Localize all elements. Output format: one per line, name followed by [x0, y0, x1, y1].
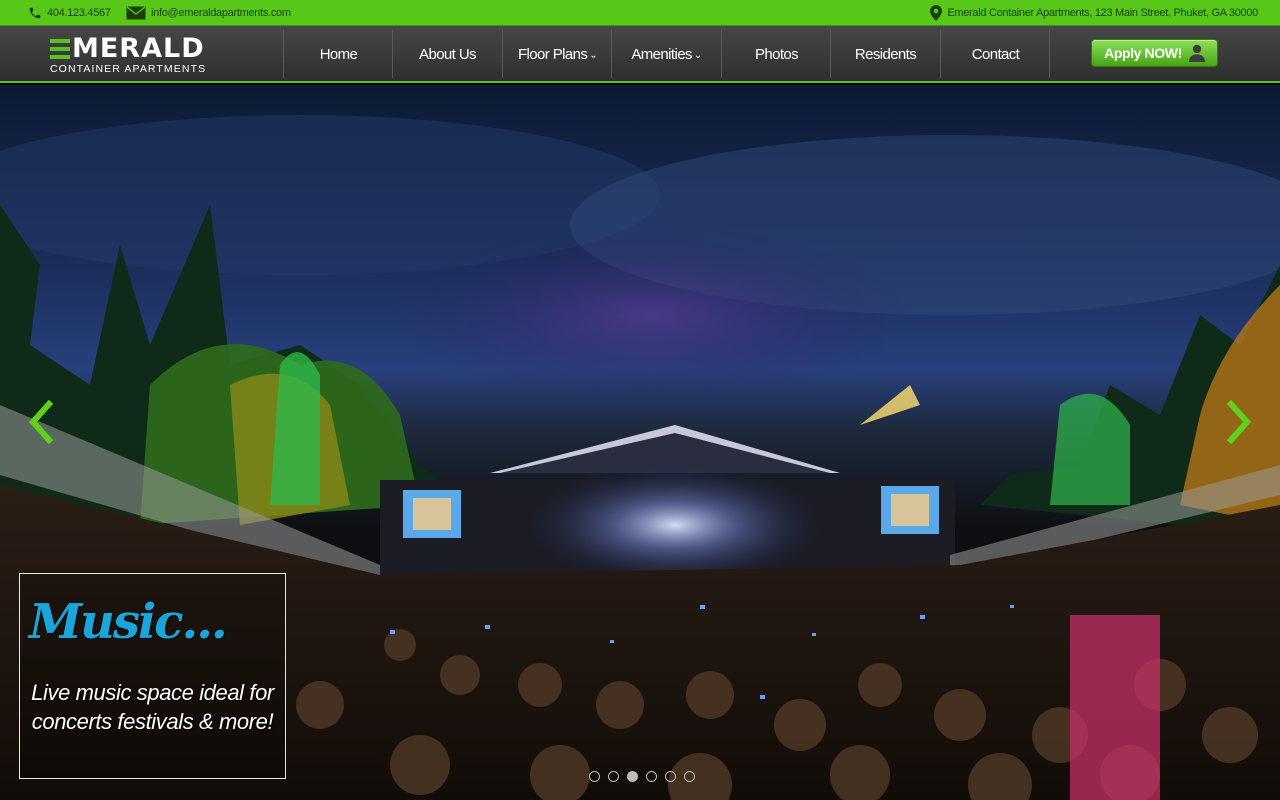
slide-dot[interactable] [665, 771, 676, 782]
caption-description: Live music space ideal for concerts fest… [31, 680, 274, 734]
slide-dot-active[interactable] [627, 771, 638, 782]
main-navbar: MERALD CONTAINER APARTMENTS Home About U… [0, 26, 1280, 83]
nav-residents[interactable]: Residents [830, 30, 940, 78]
nav-divider [1049, 30, 1050, 78]
phone-icon [29, 7, 41, 19]
slide-dot[interactable] [608, 771, 619, 782]
nav-photos-label: Photos [754, 45, 799, 63]
nav-floor-plans-label: Floor Plans [517, 45, 588, 63]
logo-subtitle: CONTAINER APARTMENTS [50, 63, 207, 75]
envelope-icon [126, 6, 146, 20]
nav-amenities-label: Amenities [631, 45, 692, 63]
logo-wordmark: MERALD [50, 35, 240, 62]
nav-about-us[interactable]: About Us [392, 30, 502, 78]
nav-home[interactable]: Home [283, 30, 393, 78]
slide-caption: Music... Live music space ideal for conc… [19, 573, 286, 779]
top-contact-bar: 404.123.4567 info@emeraldapartments.com … [0, 0, 1280, 26]
slide-dot[interactable] [684, 771, 695, 782]
address-text: Emerald Container Apartments, 123 Main S… [947, 7, 1258, 19]
apply-now-label: Apply NOW! [1104, 45, 1182, 61]
nav-amenities[interactable]: Amenities ⌄ [611, 30, 721, 78]
contact-email[interactable]: info@emeraldapartments.com [126, 0, 291, 26]
slide-indicators [589, 771, 695, 782]
slide-dot[interactable] [646, 771, 657, 782]
logo-e-mark [50, 38, 70, 59]
hero-slider: Music... Live music space ideal for conc… [0, 85, 1280, 800]
chevron-down-icon: ⌄ [589, 49, 598, 61]
chevron-left-icon[interactable] [25, 400, 55, 444]
logo-word: MERALD [72, 33, 205, 64]
nav-floor-plans[interactable]: Floor Plans ⌄ [502, 30, 612, 78]
email-address: info@emeraldapartments.com [151, 7, 291, 19]
slide-dot[interactable] [589, 771, 600, 782]
site-logo[interactable]: MERALD CONTAINER APARTMENTS [50, 35, 240, 75]
user-icon [1188, 44, 1205, 62]
contact-phone[interactable]: 404.123.4567 [28, 0, 111, 26]
nav-residents-label: Residents [854, 45, 917, 63]
map-pin-icon [930, 5, 943, 21]
chevron-right-icon[interactable] [1225, 400, 1255, 444]
chevron-down-icon: ⌄ [693, 49, 702, 61]
apply-now-button[interactable]: Apply NOW! [1091, 39, 1218, 67]
nav-contact-label: Contact [971, 45, 1020, 63]
nav-contact[interactable]: Contact [940, 30, 1050, 78]
nav-about-label: About Us [419, 45, 477, 63]
caption-title: Music... [29, 594, 228, 650]
nav-home-label: Home [319, 45, 358, 63]
nav-photos[interactable]: Photos [721, 30, 831, 78]
phone-number: 404.123.4567 [47, 7, 111, 19]
contact-address[interactable]: Emerald Container Apartments, 123 Main S… [930, 0, 1258, 26]
